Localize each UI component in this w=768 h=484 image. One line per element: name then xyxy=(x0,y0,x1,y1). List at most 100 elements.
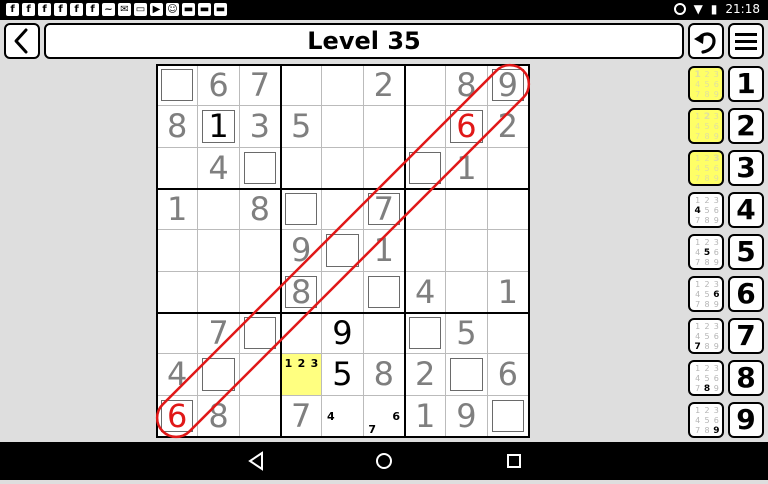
board-cell[interactable] xyxy=(322,188,364,231)
board-cell[interactable] xyxy=(239,395,281,437)
board-cell[interactable]: 2 xyxy=(404,354,447,396)
board-cell[interactable] xyxy=(280,65,323,107)
nav-recents-button[interactable] xyxy=(494,442,534,480)
board-cell[interactable]: 4 xyxy=(157,354,199,396)
board-cell[interactable]: 6 xyxy=(198,65,240,107)
board-cell[interactable]: 6 xyxy=(487,354,529,396)
board-cell[interactable]: 6 xyxy=(157,395,199,437)
board-cell[interactable]: 123 xyxy=(280,354,323,396)
pencil-button-7[interactable]: 123 456 789 xyxy=(688,318,724,354)
board-cell[interactable] xyxy=(404,65,447,107)
board-cell[interactable]: 7 xyxy=(363,188,405,231)
board-cell[interactable] xyxy=(322,230,364,272)
board-cell[interactable]: 1 xyxy=(404,395,447,437)
board-cell[interactable] xyxy=(446,271,488,313)
board-cell[interactable] xyxy=(322,147,364,189)
board-cell[interactable] xyxy=(157,230,199,272)
board-cell[interactable] xyxy=(487,188,529,231)
board-cell[interactable]: 2 xyxy=(487,106,529,148)
board-cell[interactable]: 8 xyxy=(198,395,240,437)
board-cell[interactable] xyxy=(404,106,447,148)
pencil-button-6[interactable]: 123 456 789 xyxy=(688,276,724,312)
number-button-4[interactable]: 4 xyxy=(728,192,764,228)
nav-home-button[interactable] xyxy=(364,442,404,480)
board-cell[interactable]: 8 xyxy=(446,65,488,107)
pencil-button-4[interactable]: 123 456 789 xyxy=(688,192,724,228)
board-cell[interactable] xyxy=(239,312,281,355)
board-cell[interactable] xyxy=(198,271,240,313)
board-cell[interactable]: 4 xyxy=(322,395,364,437)
board-cell[interactable] xyxy=(157,312,199,355)
board-cell[interactable] xyxy=(363,271,405,313)
back-button[interactable] xyxy=(4,23,40,59)
board-cell[interactable] xyxy=(280,312,323,355)
pencil-button-9[interactable]: 123 456 789 xyxy=(688,402,724,438)
pencil-button-5[interactable]: 123 456 789 xyxy=(688,234,724,270)
board-cell[interactable]: 3 xyxy=(239,106,281,148)
board-cell[interactable]: 7 xyxy=(198,312,240,355)
board-cell[interactable] xyxy=(239,230,281,272)
board-cell[interactable] xyxy=(280,188,323,231)
board-cell[interactable]: 7 xyxy=(280,395,323,437)
board-cell[interactable] xyxy=(322,271,364,313)
number-button-3[interactable]: 3 xyxy=(728,150,764,186)
board-cell[interactable]: 7 xyxy=(239,65,281,107)
board-cell[interactable] xyxy=(404,312,447,355)
undo-button[interactable] xyxy=(688,23,724,59)
pencil-button-3[interactable]: 123 456 789 xyxy=(688,150,724,186)
pencil-button-1[interactable]: 123 456 789 xyxy=(688,66,724,102)
board-cell[interactable]: 1 xyxy=(446,147,488,189)
pencil-button-2[interactable]: 123 456 789 xyxy=(688,108,724,144)
board-cell[interactable] xyxy=(239,147,281,189)
board-cell[interactable]: 5 xyxy=(322,354,364,396)
board-cell[interactable] xyxy=(280,147,323,189)
number-button-7[interactable]: 7 xyxy=(728,318,764,354)
menu-button[interactable] xyxy=(728,23,764,59)
board-cell[interactable]: 4 xyxy=(404,271,447,313)
board-cell[interactable] xyxy=(198,230,240,272)
board-cell[interactable] xyxy=(446,354,488,396)
board-cell[interactable] xyxy=(487,230,529,272)
board-cell[interactable] xyxy=(487,147,529,189)
board-cell[interactable] xyxy=(157,65,199,107)
board-cell[interactable]: 9 xyxy=(280,230,323,272)
board-cell[interactable] xyxy=(363,106,405,148)
board-cell[interactable] xyxy=(198,354,240,396)
board-cell[interactable] xyxy=(404,230,447,272)
board-cell[interactable] xyxy=(239,354,281,396)
number-button-6[interactable]: 6 xyxy=(728,276,764,312)
pencil-button-8[interactable]: 123 456 789 xyxy=(688,360,724,396)
board-cell[interactable] xyxy=(322,65,364,107)
board-cell[interactable]: 5 xyxy=(280,106,323,148)
board-cell[interactable]: 4 xyxy=(198,147,240,189)
board-cell[interactable] xyxy=(487,395,529,437)
board-cell[interactable]: 76 xyxy=(363,395,405,437)
board-cell[interactable]: 5 xyxy=(446,312,488,355)
board-cell[interactable]: 1 xyxy=(363,230,405,272)
board-cell[interactable] xyxy=(322,106,364,148)
board-cell[interactable] xyxy=(446,230,488,272)
board-cell[interactable] xyxy=(363,147,405,189)
number-button-2[interactable]: 2 xyxy=(728,108,764,144)
board-cell[interactable] xyxy=(157,271,199,313)
number-button-5[interactable]: 5 xyxy=(728,234,764,270)
board-cell[interactable]: 9 xyxy=(487,65,529,107)
board-cell[interactable]: 9 xyxy=(446,395,488,437)
board-cell[interactable]: 8 xyxy=(239,188,281,231)
number-button-8[interactable]: 8 xyxy=(728,360,764,396)
number-button-1[interactable]: 1 xyxy=(728,66,764,102)
board-cell[interactable] xyxy=(198,188,240,231)
board-cell[interactable]: 9 xyxy=(322,312,364,355)
nav-back-button[interactable] xyxy=(236,442,276,480)
board-cell[interactable]: 2 xyxy=(363,65,405,107)
board-cell[interactable]: 1 xyxy=(198,106,240,148)
board-cell[interactable]: 8 xyxy=(280,271,323,313)
board-cell[interactable] xyxy=(239,271,281,313)
board-cell[interactable] xyxy=(404,147,447,189)
board-cell[interactable] xyxy=(157,147,199,189)
board-cell[interactable] xyxy=(363,312,405,355)
board-cell[interactable] xyxy=(404,188,447,231)
board-cell[interactable]: 8 xyxy=(157,106,199,148)
board-cell[interactable]: 1 xyxy=(487,271,529,313)
number-button-9[interactable]: 9 xyxy=(728,402,764,438)
